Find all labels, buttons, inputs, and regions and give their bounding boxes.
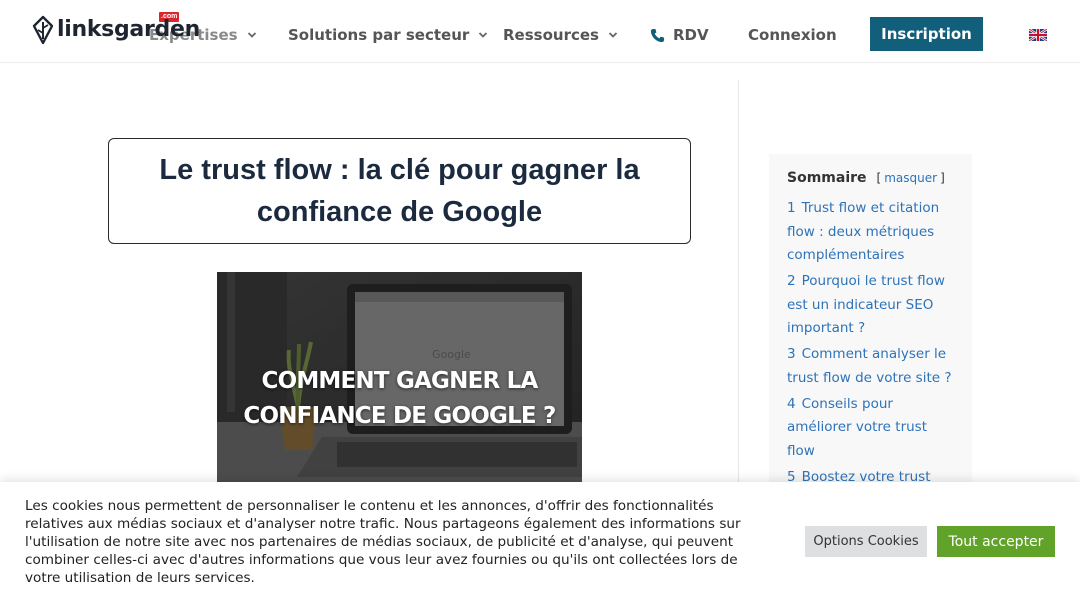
nav-connexion[interactable]: Connexion bbox=[748, 25, 837, 45]
article-title-box: Le trust flow : la clé pour gagner la co… bbox=[108, 138, 691, 244]
hero-caption-line-2: CONFIANCE DE GOOGLE ? bbox=[243, 403, 556, 429]
toc-list: 1 Trust flow et citation flow : deux métr… bbox=[787, 197, 954, 513]
nav-solutions-label: Solutions par secteur bbox=[288, 26, 470, 44]
logo-text: linksgarden bbox=[57, 17, 200, 42]
cookie-message: Les cookies nous permettent de personnal… bbox=[25, 498, 741, 586]
toc-item-text: Pourquoi le trust flow est un indicateur… bbox=[787, 273, 945, 336]
toc-item-text: Conseils pour améliorer votre trust flow bbox=[787, 395, 928, 459]
signup-button[interactable]: Inscription bbox=[870, 17, 983, 51]
hero-caption-line-1: COMMENT GAGNER LA bbox=[261, 368, 539, 394]
toc-toggle: [masquer] bbox=[877, 171, 945, 185]
toc-item-number: 2 bbox=[787, 273, 796, 289]
chevron-down-icon bbox=[247, 32, 256, 38]
cookie-banner: Les cookies nous permettent de personnal… bbox=[0, 482, 1080, 600]
nav-ressources[interactable]: Ressources bbox=[503, 25, 618, 45]
chevron-down-icon bbox=[608, 32, 618, 38]
sidebar-divider bbox=[738, 80, 739, 500]
chevron-down-icon bbox=[479, 32, 488, 38]
toc-item-text: Comment analyser le trust flow de votre … bbox=[787, 346, 952, 386]
uk-flag-icon[interactable] bbox=[1029, 29, 1047, 41]
nav-connexion-label: Connexion bbox=[748, 26, 837, 44]
toc-item-number: 4 bbox=[787, 395, 796, 412]
leaf-logo-icon bbox=[32, 15, 54, 45]
table-of-contents: Sommaire [masquer] 1 Trust flow et citati… bbox=[769, 154, 972, 508]
toc-bracket-open: [ bbox=[876, 171, 882, 185]
toc-item-text: Trust flow et citation flow : deux métri… bbox=[787, 200, 940, 263]
article-title: Le trust flow : la clé pour gagner la co… bbox=[159, 154, 640, 228]
accept-all-button[interactable]: Tout accepter bbox=[937, 526, 1055, 557]
phone-icon bbox=[650, 28, 665, 42]
toc-item[interactable]: 4 Conseils pour améliorer votre trust flo… bbox=[787, 393, 954, 464]
hero-image: Google COMMENT GAGNER LA CONFIANCE DE GO… bbox=[217, 272, 582, 487]
toc-item[interactable]: 1 Trust flow et citation flow : deux métr… bbox=[787, 197, 954, 268]
nav-ressources-label: Ressources bbox=[503, 26, 599, 44]
toc-hide-link[interactable]: masquer bbox=[884, 171, 937, 185]
toc-item[interactable]: 3 Comment analyser le trust flow de votre… bbox=[787, 343, 954, 390]
toc-item[interactable]: 2 Pourquoi le trust flow est un indicateu… bbox=[787, 270, 954, 341]
toc-header: Sommaire [masquer] bbox=[787, 170, 954, 186]
nav-rdv[interactable]: RDV bbox=[650, 25, 709, 45]
cookie-options-button[interactable]: Options Cookies bbox=[805, 526, 927, 557]
toc-bracket-close: ] bbox=[940, 171, 945, 185]
hero-caption: COMMENT GAGNER LA CONFIANCE DE GOOGLE ? bbox=[217, 364, 582, 434]
nav-solutions-par-secteur[interactable]: Solutions par secteur bbox=[288, 25, 488, 45]
toc-title: Sommaire bbox=[787, 170, 867, 186]
site-logo[interactable]: linksgarden bbox=[32, 15, 200, 45]
google-logo-screen: Google bbox=[432, 348, 471, 361]
nav-rdv-label: RDV bbox=[673, 26, 709, 44]
toc-item-number: 1 bbox=[787, 200, 796, 216]
toc-item-number: 3 bbox=[787, 346, 796, 362]
site-header: Expertises linksgarden .com Solutions pa… bbox=[0, 0, 1080, 63]
